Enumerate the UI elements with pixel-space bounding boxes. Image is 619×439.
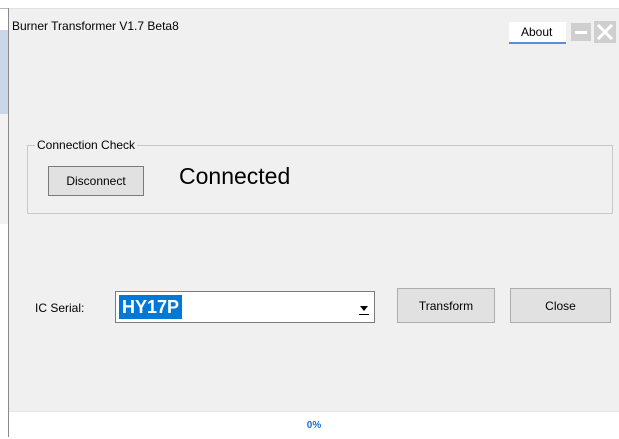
close-icon[interactable] bbox=[594, 21, 616, 43]
connection-check-group: Connection Check Disconnect Connected bbox=[27, 138, 613, 214]
dropdown-arrow-icon[interactable] bbox=[356, 294, 372, 320]
ic-serial-label: IC Serial: bbox=[35, 301, 85, 315]
disconnect-button[interactable]: Disconnect bbox=[48, 166, 144, 196]
connection-status: Connected bbox=[179, 163, 291, 189]
ic-serial-select[interactable]: HY17P bbox=[115, 291, 375, 323]
transform-button[interactable]: Transform bbox=[397, 288, 495, 323]
ic-serial-value: HY17P bbox=[119, 295, 183, 319]
close-button[interactable]: Close bbox=[510, 288, 611, 323]
window-title: Burner Transformer V1.7 Beta8 bbox=[12, 19, 179, 33]
background-edge bbox=[0, 0, 9, 437]
minimize-icon[interactable] bbox=[571, 23, 591, 41]
progress-bar: 0% bbox=[9, 411, 619, 439]
group-label: Connection Check bbox=[35, 138, 138, 152]
about-button[interactable]: About bbox=[509, 22, 566, 44]
about-label: About bbox=[521, 25, 553, 39]
progress-text: 0% bbox=[306, 420, 322, 431]
app-window: Burner Transformer V1.7 Beta8 About Conn… bbox=[9, 8, 619, 439]
